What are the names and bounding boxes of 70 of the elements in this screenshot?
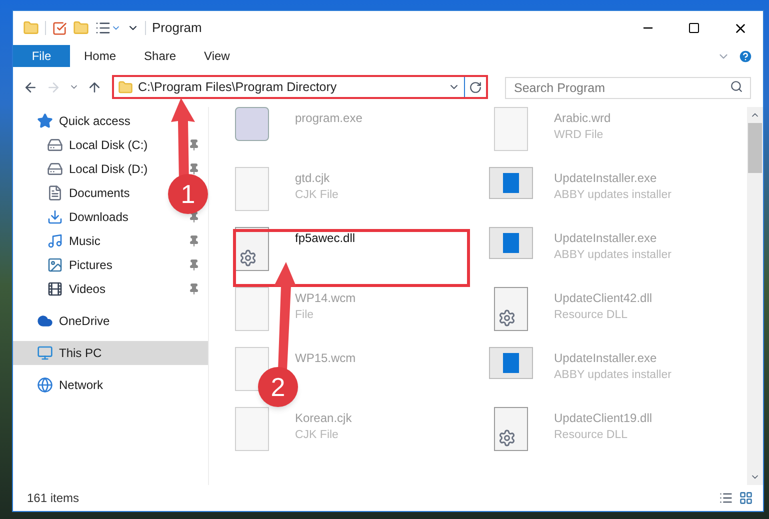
globe-icon: [37, 377, 53, 393]
pin-icon[interactable]: [188, 259, 200, 271]
checkbox-icon[interactable]: [52, 20, 67, 36]
download-icon: [47, 209, 63, 225]
sidebar-item[interactable]: Pictures: [69, 256, 112, 274]
search-field[interactable]: Search Program: [505, 77, 751, 99]
file-type: File: [295, 308, 315, 323]
file-type: ABBY updates installer: [554, 188, 672, 203]
file-type: ABBY updates installer: [554, 368, 672, 383]
installer-icon: [489, 347, 533, 379]
scroll-thumb[interactable]: [748, 123, 762, 173]
sidebar-item[interactable]: Network: [13, 373, 208, 397]
monitor-icon: [37, 345, 53, 361]
sidebar-item[interactable]: Videos: [69, 280, 106, 298]
search-icon[interactable]: [730, 80, 743, 93]
gear-file-icon: [235, 227, 269, 271]
help-icon[interactable]: [738, 48, 753, 64]
file-type: Resource DLL: [554, 308, 629, 323]
sidebar-item[interactable]: Local Disk (D:): [69, 160, 148, 178]
star-icon: [37, 113, 53, 129]
installer-icon: [489, 227, 533, 259]
document-icon: [47, 185, 63, 201]
drive-icon: [47, 161, 63, 177]
gear-file-icon: [494, 407, 528, 451]
file-type: Resource DLL: [554, 428, 629, 443]
program-icon: [235, 107, 269, 141]
file-icon: [235, 287, 269, 331]
sidebar-item[interactable]: This PC: [13, 341, 208, 365]
ribbon-tab[interactable]: View: [190, 45, 244, 67]
sidebar-item[interactable]: Local Disk (C:): [69, 136, 148, 154]
file-type: CJK File: [295, 188, 338, 203]
file-icon: [494, 107, 528, 151]
cloud-icon: [37, 313, 53, 329]
picture-icon: [47, 257, 63, 273]
refresh-icon[interactable]: [469, 80, 482, 94]
pin-icon[interactable]: [188, 235, 200, 247]
pin-icon[interactable]: [188, 139, 200, 151]
address-path: C:\Program Files\Program Directory: [138, 78, 338, 96]
pin-icon[interactable]: [188, 283, 200, 295]
back-icon[interactable]: [23, 80, 38, 94]
maximize-icon: [688, 22, 700, 34]
drive-icon: [47, 137, 63, 153]
installer-icon: [489, 167, 533, 199]
up-icon[interactable]: [87, 80, 102, 94]
window-title: Program: [152, 19, 203, 38]
properties-icon[interactable]: [95, 20, 111, 36]
file-name[interactable]: fp5awec.dll: [295, 229, 356, 247]
ribbon-tab[interactable]: Share: [130, 45, 190, 67]
film-icon: [47, 281, 63, 297]
scrollbar[interactable]: [747, 107, 763, 485]
item-count: 161 items: [27, 490, 80, 507]
folder-icon: [118, 80, 133, 94]
sidebar-item[interactable]: Documents: [69, 184, 130, 202]
details-view-icon[interactable]: [719, 491, 733, 505]
sidebar-item[interactable]: Music: [69, 232, 100, 250]
file-type: WRD File: [554, 128, 604, 143]
sidebar-item[interactable]: OneDrive: [13, 309, 208, 333]
file-type: CJK File: [295, 428, 340, 443]
large-icons-view-icon[interactable]: [739, 491, 753, 505]
gear-file-icon: [494, 287, 528, 331]
file-icon: [235, 167, 269, 211]
file-type: ABBY updates installer: [554, 248, 672, 263]
music-note-icon: [47, 233, 63, 249]
ribbon-tab[interactable]: Home: [70, 45, 130, 67]
sidebar-item[interactable]: Quick access: [13, 109, 208, 133]
file-menu-button[interactable]: File: [13, 45, 70, 67]
pin-icon[interactable]: [188, 163, 200, 175]
sidebar-item[interactable]: Downloads: [69, 208, 128, 226]
file-icon: [235, 407, 269, 451]
address-bar[interactable]: C:\Program Files\Program Directory: [112, 75, 488, 99]
